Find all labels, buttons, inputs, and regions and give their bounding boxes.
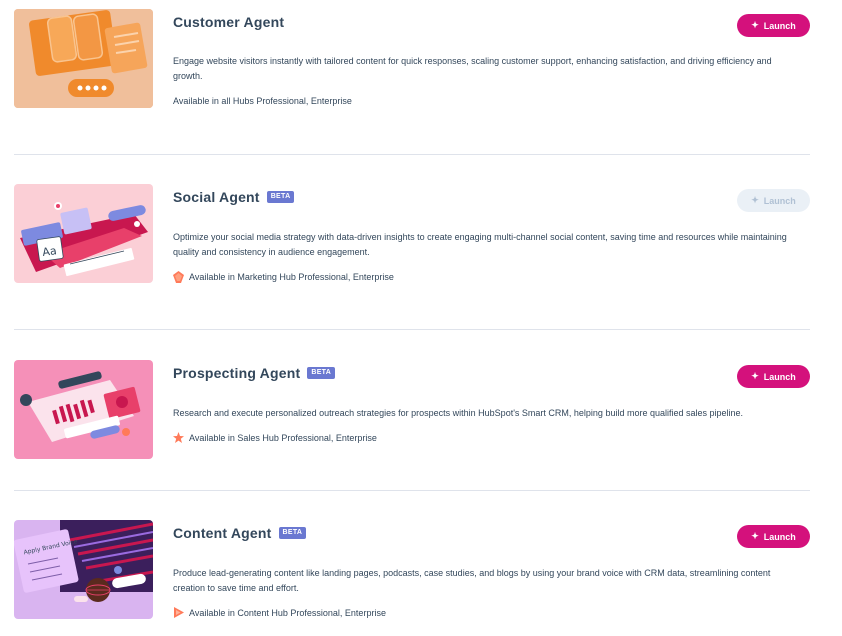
sales-hub-icon <box>173 432 184 443</box>
launch-button[interactable]: ✦ Launch <box>737 189 810 212</box>
agent-card-prospecting: Prospecting Agent BETA ✦ Launch Research… <box>0 351 842 501</box>
availability-text: Available in Content Hub Professional, E… <box>189 607 386 618</box>
agent-availability: Available in Marketing Hub Professional,… <box>173 271 394 283</box>
agent-title: Social Agent <box>173 189 260 205</box>
divider <box>14 490 810 491</box>
launch-label: Launch <box>763 531 796 542</box>
launch-button[interactable]: ✦ Launch <box>737 365 810 388</box>
agent-description: Engage website visitors instantly with t… <box>173 56 772 81</box>
availability-text: Available in Marketing Hub Professional,… <box>189 272 394 282</box>
agent-availability: Available in all Hubs Professional, Ente… <box>173 96 352 106</box>
agent-description: Research and execute personalized outrea… <box>173 408 744 418</box>
agent-availability: Available in Sales Hub Professional, Ent… <box>173 432 377 443</box>
agent-card-content: Apply Brand Voice Content Agent BETA ✦ L… <box>0 511 842 636</box>
marketing-hub-icon <box>173 271 184 283</box>
divider <box>14 329 810 330</box>
sparkle-icon: ✦ <box>751 531 759 541</box>
launch-label: Launch <box>763 195 796 206</box>
sparkle-icon: ✦ <box>751 20 759 30</box>
content-agent-thumbnail: Apply Brand Voice <box>14 520 153 619</box>
beta-badge: BETA <box>307 367 336 379</box>
beta-badge: BETA <box>266 191 295 203</box>
sparkle-icon: ✦ <box>751 195 759 205</box>
launch-button[interactable]: ✦ Launch <box>737 14 810 37</box>
beta-badge: BETA <box>278 527 307 539</box>
launch-button[interactable]: ✦ Launch <box>737 525 810 548</box>
launch-label: Launch <box>763 20 796 31</box>
agent-card-customer: Customer Agent ✦ Launch Engage website v… <box>0 0 842 150</box>
availability-text: Available in all Hubs Professional, Ente… <box>173 96 352 106</box>
thumbnail-text: Aa <box>42 244 58 259</box>
prospecting-agent-thumbnail <box>14 360 153 459</box>
availability-text: Available in Sales Hub Professional, Ent… <box>189 432 377 443</box>
agent-description: Optimize your social media strategy with… <box>173 232 787 257</box>
agent-title: Customer Agent <box>173 14 285 30</box>
agent-description: Produce lead-generating content like lan… <box>173 568 771 593</box>
divider <box>14 154 810 155</box>
content-hub-icon <box>174 607 184 618</box>
launch-label: Launch <box>763 371 796 382</box>
sparkle-icon: ✦ <box>751 371 759 381</box>
agent-card-social: Aa Social Agent BETA ✦ Launch Optimize y… <box>0 175 842 325</box>
agent-availability: Available in Content Hub Professional, E… <box>173 607 386 618</box>
customer-agent-thumbnail <box>14 9 153 108</box>
agent-title: Content Agent <box>173 525 272 541</box>
agent-title: Prospecting Agent <box>173 365 301 381</box>
social-agent-thumbnail: Aa <box>14 184 153 283</box>
